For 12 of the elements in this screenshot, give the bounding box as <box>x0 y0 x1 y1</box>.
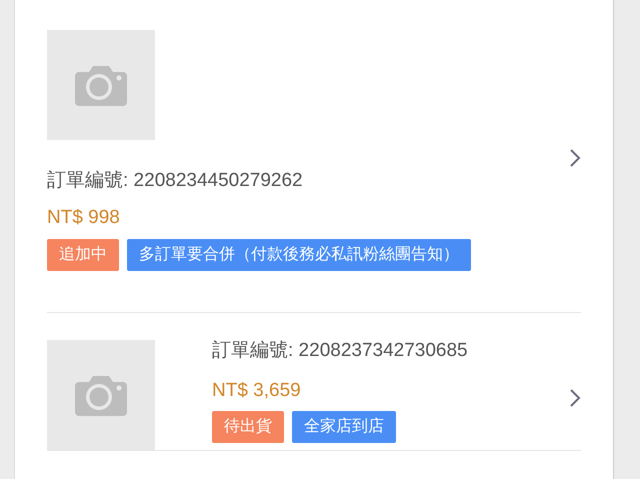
status-tag: 全家店到店 <box>292 410 396 443</box>
camera-icon <box>75 64 127 106</box>
order-number: 訂單編號: 2208237342730685 <box>212 340 468 363</box>
order-price: NT$ 998 <box>47 206 121 230</box>
chevron-right-icon[interactable] <box>569 148 581 168</box>
order-number: 訂單編號: 2208234450279262 <box>47 170 304 193</box>
status-tag: 待出貨 <box>212 410 284 443</box>
order-price: NT$ 3,659 <box>212 380 302 403</box>
chevron-right-icon[interactable] <box>569 388 581 408</box>
status-tag: 追加中 <box>47 238 119 271</box>
camera-icon <box>75 374 127 416</box>
status-tag: 多訂單要合併（付款後務必私訊粉絲團告知） <box>127 238 471 271</box>
